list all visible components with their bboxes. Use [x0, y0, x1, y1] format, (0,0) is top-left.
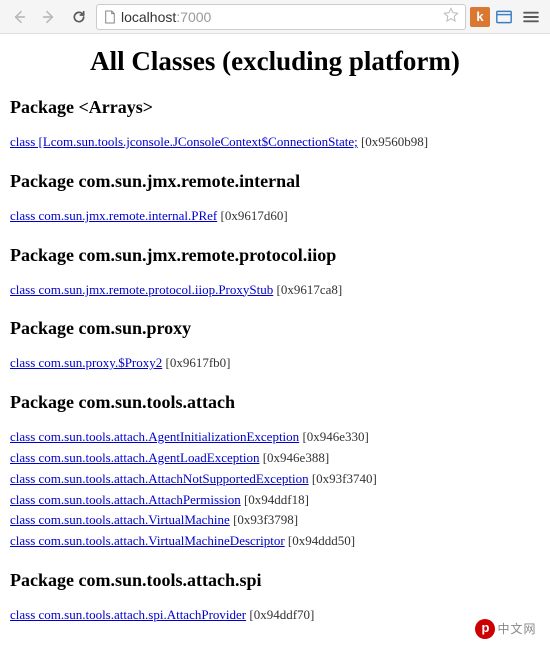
page-content: All Classes (excluding platform) Package…	[0, 34, 550, 646]
class-link[interactable]: class com.sun.tools.attach.spi.AttachPro…	[10, 607, 246, 622]
class-address: [0x946e330]	[302, 429, 368, 444]
page-icon	[103, 10, 117, 24]
url-host: localhost	[121, 9, 176, 25]
class-link[interactable]: class com.sun.tools.attach.AgentLoadExce…	[10, 450, 259, 465]
class-address: [0x93f3798]	[233, 512, 298, 527]
extension-k-label: k	[476, 9, 483, 24]
star-icon	[443, 7, 459, 23]
class-link[interactable]: class com.sun.jmx.remote.internal.PRef	[10, 208, 217, 223]
class-link[interactable]: class [Lcom.sun.tools.jconsole.JConsoleC…	[10, 134, 358, 149]
class-address: [0x93f3740]	[312, 471, 377, 486]
class-address: [0x9560b98]	[361, 134, 428, 149]
class-line: class com.sun.tools.attach.spi.AttachPro…	[10, 605, 540, 626]
url-text: localhost:7000	[121, 9, 439, 25]
class-address: [0x94ddd50]	[288, 533, 355, 548]
back-button[interactable]	[6, 4, 32, 30]
class-address: [0x94ddf70]	[249, 607, 314, 622]
class-link[interactable]: class com.sun.proxy.$Proxy2	[10, 355, 162, 370]
class-line: class [Lcom.sun.tools.jconsole.JConsoleC…	[10, 132, 540, 153]
package-heading: Package com.sun.proxy	[10, 318, 540, 339]
class-address: [0x946e388]	[263, 450, 329, 465]
class-link[interactable]: class com.sun.tools.attach.VirtualMachin…	[10, 512, 230, 527]
class-line: class com.sun.jmx.remote.protocol.iiop.P…	[10, 280, 540, 301]
package-heading: Package com.sun.jmx.remote.internal	[10, 171, 540, 192]
class-line: class com.sun.tools.attach.AttachNotSupp…	[10, 469, 540, 490]
class-address: [0x9617fb0]	[166, 355, 231, 370]
class-link[interactable]: class com.sun.tools.attach.AttachNotSupp…	[10, 471, 309, 486]
class-address: [0x9617d60]	[220, 208, 287, 223]
class-line: class com.sun.proxy.$Proxy2 [0x9617fb0]	[10, 353, 540, 374]
class-link[interactable]: class com.sun.tools.attach.AttachPermiss…	[10, 492, 241, 507]
reload-button[interactable]	[66, 4, 92, 30]
class-link[interactable]: class com.sun.tools.attach.AgentInitiali…	[10, 429, 299, 444]
package-heading: Package com.sun.tools.attach	[10, 392, 540, 413]
browser-toolbar: localhost:7000 k	[0, 0, 550, 34]
package-heading: Package com.sun.jmx.remote.protocol.iiop	[10, 245, 540, 266]
extension-blue-button[interactable]	[494, 7, 514, 27]
arrow-left-icon	[11, 9, 27, 25]
class-line: class com.sun.tools.attach.AgentInitiali…	[10, 427, 540, 448]
class-line: class com.sun.tools.attach.VirtualMachin…	[10, 531, 540, 552]
class-link[interactable]: class com.sun.tools.attach.VirtualMachin…	[10, 533, 285, 548]
window-icon	[496, 10, 512, 24]
class-line: class com.sun.jmx.remote.internal.PRef […	[10, 206, 540, 227]
class-link[interactable]: class com.sun.jmx.remote.protocol.iiop.P…	[10, 282, 273, 297]
arrow-right-icon	[41, 9, 57, 25]
menu-button[interactable]	[518, 4, 544, 30]
bookmark-button[interactable]	[443, 7, 459, 26]
class-line: class com.sun.tools.attach.AttachPermiss…	[10, 490, 540, 511]
class-address: [0x94ddf18]	[244, 492, 309, 507]
hamburger-icon	[523, 11, 539, 23]
extension-k-button[interactable]: k	[470, 7, 490, 27]
package-heading: Package <Arrays>	[10, 97, 540, 118]
url-bar[interactable]: localhost:7000	[96, 4, 466, 30]
forward-button[interactable]	[36, 4, 62, 30]
package-heading: Package com.sun.tools.attach.spi	[10, 570, 540, 591]
class-address: [0x9617ca8]	[276, 282, 342, 297]
class-line: class com.sun.tools.attach.AgentLoadExce…	[10, 448, 540, 469]
url-port: :7000	[176, 9, 211, 25]
reload-icon	[71, 9, 87, 25]
class-line: class com.sun.tools.attach.VirtualMachin…	[10, 510, 540, 531]
page-title: All Classes (excluding platform)	[10, 46, 540, 77]
